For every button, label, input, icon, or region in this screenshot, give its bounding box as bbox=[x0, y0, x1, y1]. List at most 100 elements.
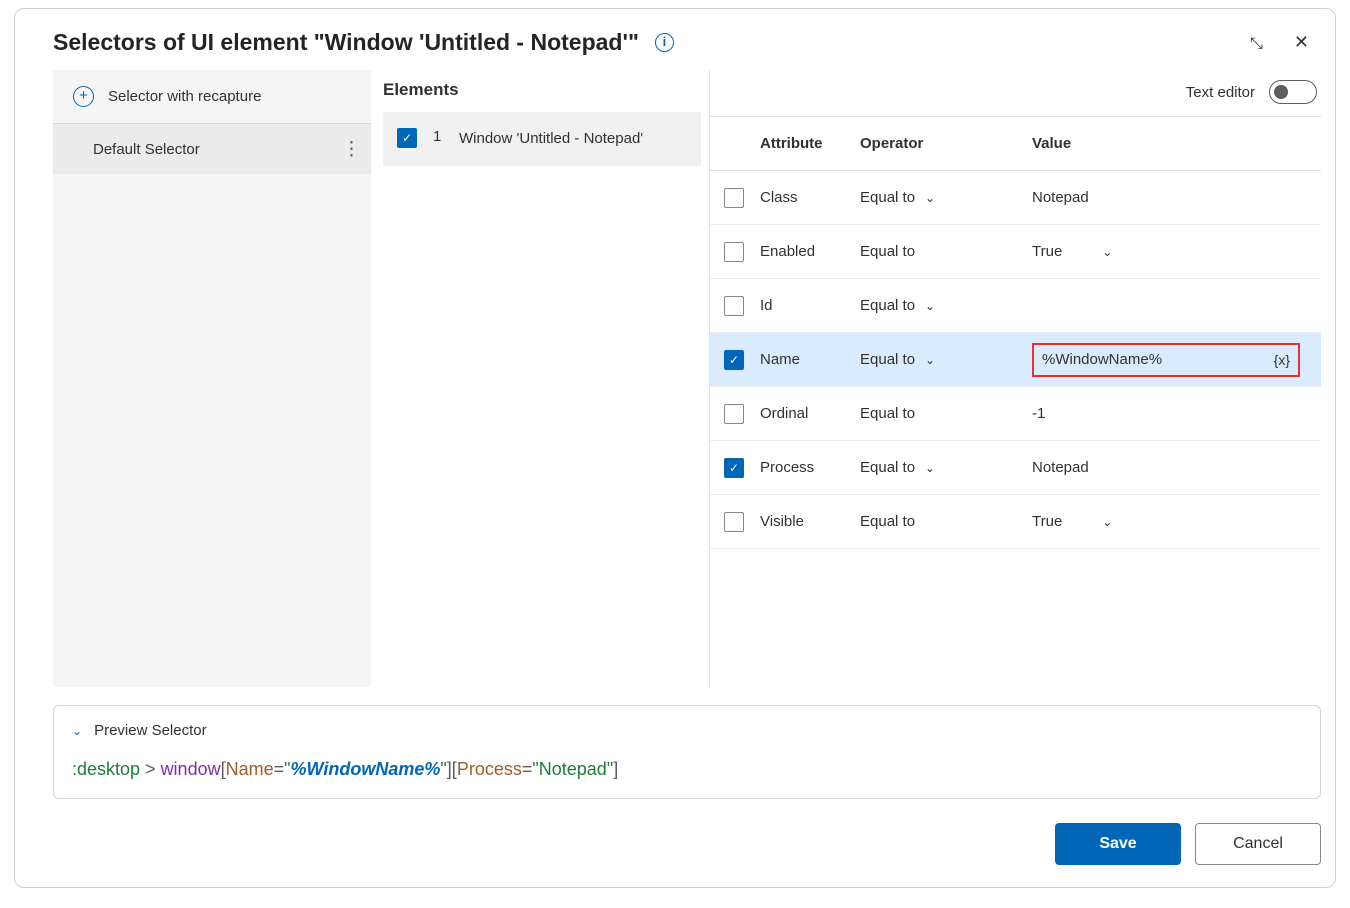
attr-operator[interactable]: Equal to bbox=[860, 243, 1032, 260]
value-text: True bbox=[1032, 243, 1062, 260]
operator-label: Equal to bbox=[860, 243, 915, 260]
table-row[interactable]: ClassEqual to⌄Notepad bbox=[710, 171, 1321, 225]
value-text: %WindowName% bbox=[1042, 351, 1162, 368]
operator-label: Equal to bbox=[860, 189, 915, 206]
tok-process-val: Notepad bbox=[539, 759, 607, 779]
header-operator: Operator bbox=[860, 135, 1032, 152]
attr-checkbox[interactable] bbox=[724, 404, 744, 424]
cancel-button[interactable]: Cancel bbox=[1195, 823, 1321, 865]
attr-value[interactable]: %WindowName% {x} bbox=[1032, 343, 1311, 377]
insert-variable-icon[interactable]: {x} bbox=[1274, 352, 1290, 368]
dialog-body: + Selector with recapture Default Select… bbox=[15, 70, 1335, 687]
attr-value[interactable]: True⌄ bbox=[1032, 513, 1311, 530]
attr-name: Visible bbox=[760, 513, 860, 530]
chevron-down-icon: ⌄ bbox=[1102, 245, 1112, 259]
attr-operator[interactable]: Equal to bbox=[860, 513, 1032, 530]
tok-name-key: Name bbox=[226, 759, 274, 779]
attr-name: Enabled bbox=[760, 243, 860, 260]
attr-name: Id bbox=[760, 297, 860, 314]
value-text: Notepad bbox=[1032, 189, 1089, 206]
attr-operator[interactable]: Equal to ⌄ bbox=[860, 297, 1032, 314]
chevron-down-icon: ⌄ bbox=[72, 724, 82, 738]
more-icon[interactable]: ⋮ bbox=[342, 138, 359, 161]
tok-desktop: :desktop bbox=[72, 759, 140, 779]
chevron-down-icon: ⌄ bbox=[925, 353, 935, 367]
value-text: True bbox=[1032, 513, 1062, 530]
selector-recapture-label: Selector with recapture bbox=[108, 88, 261, 105]
attr-checkbox[interactable] bbox=[724, 512, 744, 532]
selector-item-default[interactable]: Default Selector ⋮ bbox=[53, 124, 371, 174]
attr-value[interactable]: Notepad bbox=[1032, 459, 1311, 476]
attr-checkbox[interactable]: ✓ bbox=[724, 350, 744, 370]
attr-value[interactable]: Notepad bbox=[1032, 189, 1311, 206]
attr-name: Process bbox=[760, 459, 860, 476]
selector-dialog: Selectors of UI element "Window 'Untitle… bbox=[14, 8, 1336, 888]
attr-value[interactable]: -1 bbox=[1032, 405, 1311, 422]
attr-checkbox[interactable]: ✓ bbox=[724, 458, 744, 478]
toggle-knob bbox=[1274, 85, 1288, 99]
attr-checkbox[interactable] bbox=[724, 296, 744, 316]
value-text: Notepad bbox=[1032, 459, 1089, 476]
element-checkbox[interactable]: ✓ bbox=[397, 128, 417, 148]
preview-label: Preview Selector bbox=[94, 722, 207, 739]
attr-operator[interactable]: Equal to bbox=[860, 405, 1032, 422]
table-header: Attribute Operator Value bbox=[710, 117, 1321, 171]
elements-header: Elements bbox=[371, 70, 703, 112]
plus-icon: + bbox=[73, 86, 94, 107]
attribute-table: Attribute Operator Value ClassEqual to⌄N… bbox=[710, 117, 1321, 687]
table-row[interactable]: OrdinalEqual to -1 bbox=[710, 387, 1321, 441]
operator-label: Equal to bbox=[860, 351, 915, 368]
value-text: -1 bbox=[1032, 405, 1045, 422]
left-panel: + Selector with recapture Default Select… bbox=[53, 70, 371, 687]
attr-name: Name bbox=[760, 351, 860, 368]
attr-name: Ordinal bbox=[760, 405, 860, 422]
text-editor-row: Text editor bbox=[710, 70, 1321, 117]
table-row[interactable]: ✓ ProcessEqual to ⌄ Notepad bbox=[710, 441, 1321, 495]
preview-header[interactable]: ⌄ Preview Selector bbox=[72, 722, 1302, 739]
save-button[interactable]: Save bbox=[1055, 823, 1181, 865]
info-icon-wrap[interactable]: i bbox=[655, 33, 674, 52]
attr-value[interactable]: True ⌄ bbox=[1032, 243, 1311, 260]
element-item[interactable]: ✓ 1 Window 'Untitled - Notepad' bbox=[383, 112, 701, 166]
header-value: Value bbox=[1032, 135, 1311, 152]
operator-label: Equal to bbox=[860, 297, 915, 314]
element-label: Window 'Untitled - Notepad' bbox=[459, 128, 643, 150]
element-index: 1 bbox=[433, 128, 443, 145]
table-row[interactable]: VisibleEqual to True⌄ bbox=[710, 495, 1321, 549]
header-actions: ⤢ ✕ bbox=[1249, 32, 1309, 53]
check-icon: ✓ bbox=[729, 462, 739, 474]
operator-label: Equal to bbox=[860, 405, 915, 422]
preview-panel: ⌄ Preview Selector :desktop > window[Nam… bbox=[53, 705, 1321, 799]
attr-operator[interactable]: Equal to⌄ bbox=[860, 189, 1032, 206]
attr-checkbox[interactable] bbox=[724, 242, 744, 262]
check-icon: ✓ bbox=[729, 354, 739, 366]
chevron-down-icon: ⌄ bbox=[925, 299, 935, 313]
tok-window: window bbox=[161, 759, 221, 779]
tok-eq2: = bbox=[522, 759, 533, 779]
table-row[interactable]: EnabledEqual to True ⌄ bbox=[710, 225, 1321, 279]
operator-label: Equal to bbox=[860, 513, 915, 530]
check-icon: ✓ bbox=[402, 132, 412, 144]
operator-label: Equal to bbox=[860, 459, 915, 476]
attr-operator[interactable]: Equal to ⌄ bbox=[860, 459, 1032, 476]
elements-panel: Elements ✓ 1 Window 'Untitled - Notepad' bbox=[371, 70, 703, 687]
tok-process-key: Process bbox=[457, 759, 522, 779]
table-row[interactable]: IdEqual to ⌄ bbox=[710, 279, 1321, 333]
dialog-title: Selectors of UI element "Window 'Untitle… bbox=[53, 29, 639, 56]
attributes-panel: Text editor Attribute Operator Value Cla… bbox=[709, 70, 1321, 687]
dialog-footer: Save Cancel bbox=[15, 799, 1335, 887]
info-icon: i bbox=[655, 33, 674, 52]
text-editor-toggle[interactable] bbox=[1269, 80, 1317, 104]
attr-operator[interactable]: Equal to ⌄ bbox=[860, 351, 1032, 368]
selector-with-recapture[interactable]: + Selector with recapture bbox=[53, 70, 371, 124]
expand-icon[interactable]: ⤢ bbox=[1247, 36, 1265, 49]
chevron-down-icon: ⌄ bbox=[925, 461, 935, 475]
selector-code: :desktop > window[Name="%WindowName%"][P… bbox=[72, 759, 1302, 780]
dialog-header: Selectors of UI element "Window 'Untitle… bbox=[15, 9, 1335, 70]
value-input[interactable]: %WindowName% {x} bbox=[1032, 343, 1300, 377]
close-icon[interactable]: ✕ bbox=[1294, 32, 1309, 53]
attr-checkbox[interactable] bbox=[724, 188, 744, 208]
selector-item-label: Default Selector bbox=[93, 141, 200, 158]
tok-gt: > bbox=[140, 759, 161, 779]
table-row[interactable]: ✓ NameEqual to ⌄ %WindowName% {x} bbox=[710, 333, 1321, 387]
